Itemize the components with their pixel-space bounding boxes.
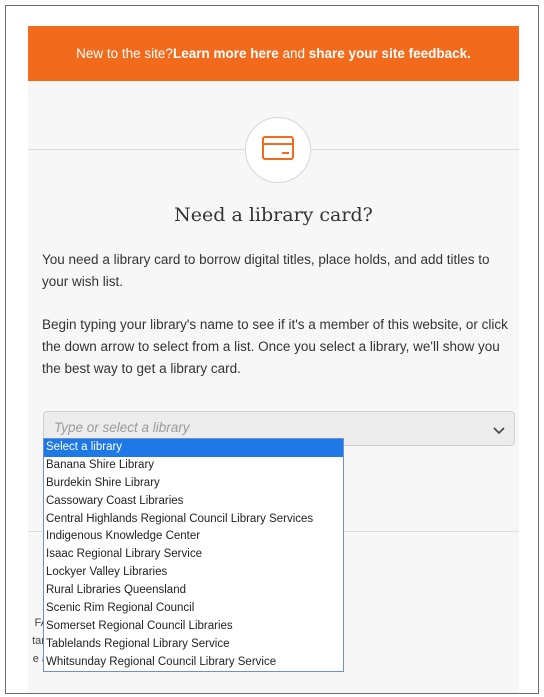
card-icon-badge (245, 117, 311, 183)
feedback-link[interactable]: share your site feedback. (309, 46, 471, 61)
site-banner: New to the site? Learn more here and sha… (28, 26, 519, 81)
instructions-paragraph: Begin typing your library's name to see … (42, 317, 508, 376)
library-option[interactable]: Central Highlands Regional Council Libra… (44, 511, 343, 529)
page-title: Need a library card? (174, 204, 373, 226)
library-option[interactable]: Whitsunday Regional Council Library Serv… (44, 654, 343, 672)
library-option[interactable]: Banana Shire Library (44, 457, 343, 475)
library-select-placeholder: Type or select a library (54, 420, 190, 435)
library-option[interactable]: Somerset Regional Council Libraries (44, 618, 343, 636)
library-option[interactable]: Rural Libraries Queensland (44, 582, 343, 600)
chevron-down-icon[interactable] (492, 423, 506, 441)
library-dropdown-list[interactable]: Select a library Banana Shire Library Bu… (43, 438, 344, 672)
banner-middle: and (278, 46, 309, 61)
learn-more-link[interactable]: Learn more here (173, 46, 279, 61)
library-option[interactable]: Indigenous Knowledge Center (44, 528, 343, 546)
credit-card-icon (260, 134, 296, 167)
library-option[interactable]: Scenic Rim Regional Council (44, 600, 343, 618)
library-option[interactable]: Lockyer Valley Libraries (44, 564, 343, 582)
banner-prefix: New to the site? (76, 46, 173, 61)
library-option[interactable]: Cassowary Coast Libraries (44, 493, 343, 511)
library-option[interactable]: Tablelands Regional Library Service (44, 636, 343, 654)
intro-paragraph: You need a library card to borrow digita… (42, 252, 490, 289)
library-option[interactable]: Isaac Regional Library Service (44, 546, 343, 564)
library-option[interactable]: Burdekin Shire Library (44, 475, 343, 493)
library-option[interactable]: Select a library (44, 439, 343, 457)
